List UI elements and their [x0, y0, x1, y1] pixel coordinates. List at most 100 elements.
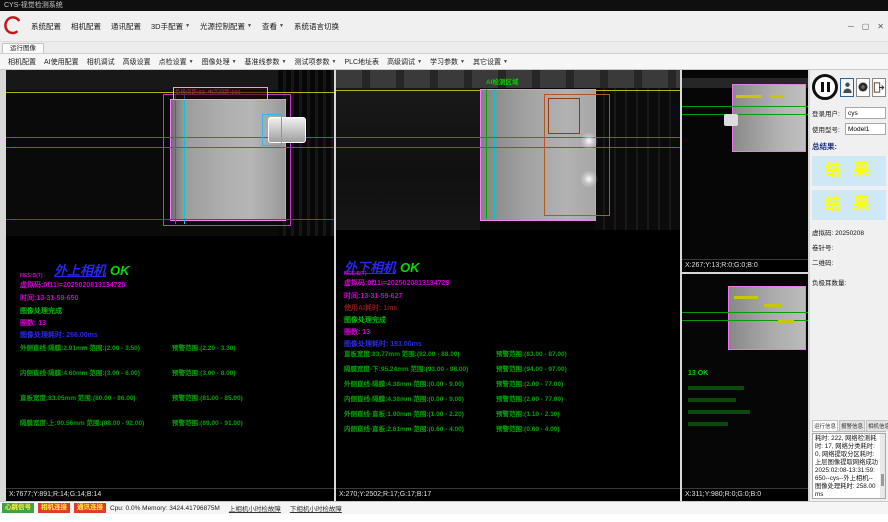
measurement-row: 隔膜宽度-下:95.24mm 范围:(93.00 - 98.00) 预警范围:(…: [344, 363, 678, 371]
chevron-down-icon: ▼: [460, 59, 465, 65]
sidebar: 登录用户: 使用型号: 总结果: 结 果 结 果 虚拟码: 20250208 卷…: [810, 70, 888, 501]
exit-button[interactable]: [872, 78, 886, 97]
bottom-filler: [0, 514, 888, 522]
login-user-label: 登录用户:: [812, 108, 845, 118]
result-badge-upper: 结 果: [812, 156, 886, 186]
menu-item-label: 通讯配置: [111, 21, 141, 32]
maximize-icon[interactable]: ▢: [862, 22, 870, 31]
toolbar-button-label: 高级调试: [387, 57, 415, 67]
mes-flag: MES:B(T): [20, 273, 43, 279]
chevron-down-icon: ▼: [189, 59, 194, 65]
ok-status: OK: [110, 263, 130, 278]
pixel-coords-thumb-bottom: X:311;Y:980;R:0;G:0;B:0: [682, 488, 808, 501]
toolbar-button-label: PLC地址表: [344, 57, 379, 67]
thumbnail-image-top[interactable]: [682, 70, 808, 259]
measurement-value: 内侧直线-直板:2.61mm 范围:(0.60 - 4.00): [344, 423, 464, 433]
ai-elapsed: 使用AI耗时: 1ms: [344, 303, 397, 313]
toolbar-button[interactable]: 高级设置: [119, 57, 155, 67]
menu-item[interactable]: 相机配置: [66, 21, 106, 32]
minimize-icon[interactable]: ─: [848, 22, 854, 31]
camera-image-mid[interactable]: AI检测区域: [336, 70, 680, 230]
tab-run-info[interactable]: 运行信息: [812, 420, 838, 431]
toolbar-button[interactable]: 其它设置 ▼: [469, 57, 512, 67]
measurement-row: 直板宽度:83.77mm 范围:(82.00 - 88.00) 预警范围:(83…: [344, 348, 678, 356]
menu-item-label: 系统配置: [31, 21, 61, 32]
ai-region-label: AI检测区域: [486, 76, 519, 86]
cpu-memory-status: Cpu: 0.0% Memory: 3424.41796875M: [110, 505, 220, 512]
needle-number-label: 卷针号:: [812, 242, 886, 252]
log-scrollbar[interactable]: [880, 434, 885, 498]
result-text-line: [688, 422, 728, 426]
value-label: [770, 95, 784, 98]
menu-item[interactable]: 光源控制配置 ▼: [195, 21, 257, 32]
thumbnail-image-bottom[interactable]: 13 OK: [682, 274, 808, 488]
menu-item-label: 相机配置: [71, 21, 101, 32]
edge-line-vertical: [486, 89, 487, 219]
menu-item[interactable]: 系统语言切换: [289, 21, 344, 32]
baseline-horizontal: [336, 147, 680, 148]
app-logo: [2, 15, 22, 37]
app-window: CYS-视觉检测系统 系统配置 相机配置 通讯配置: [0, 0, 888, 522]
window-title: CYS-视觉检测系统: [4, 2, 63, 9]
measurement-row: 内侧直线-隔膜:4.60mm 范围:(3.00 - 6.00) 预警范围:(3.…: [20, 367, 332, 375]
measurement-value: 隔膜宽度-下:95.24mm 范围:(93.00 - 98.00): [344, 363, 468, 373]
lock-icon: [857, 81, 869, 93]
baseline-horizontal: [682, 312, 808, 313]
tab-alarm-info[interactable]: 报警信息: [839, 420, 865, 431]
toolbar-button[interactable]: 测试项参数 ▼: [290, 57, 340, 67]
tab-run-image[interactable]: 运行图像: [2, 43, 44, 53]
toolbar-button[interactable]: 相机调试: [83, 57, 119, 67]
pixel-coords-left: X:7677;Y:891;R:14;G:14;B:14: [6, 488, 334, 501]
toolbar-button[interactable]: 图像处理 ▼: [198, 57, 241, 67]
toolbar-button[interactable]: 基准线参数 ▼: [241, 57, 291, 67]
value-label: [778, 320, 794, 323]
process-elapsed: 图像处理耗时: 266.00ms: [20, 330, 98, 340]
thumbnail-view-top: X:267;Y:13;R:0;G:0;B:0: [682, 70, 808, 272]
measurement-value: 外侧直线-直板:1.90mm 范围:(1.00 - 2.20): [344, 408, 464, 418]
toolbar-button-label: 点检设置: [159, 57, 187, 67]
menu-item[interactable]: 通讯配置: [106, 21, 146, 32]
measurement-row: 内侧直线-直板:2.61mm 范围:(0.60 - 4.00) 预警范围:(0.…: [344, 423, 678, 431]
model-input[interactable]: [845, 123, 886, 135]
lock-button[interactable]: [856, 78, 870, 97]
user-button[interactable]: [840, 78, 854, 97]
connector-roi: [262, 114, 282, 146]
value-label: [736, 95, 762, 98]
edge-line-vertical: [494, 89, 495, 219]
toolbar: 相机配置 AI使用配置 相机调试 高级设置 点检设置 ▼: [0, 54, 888, 70]
toolbar-button[interactable]: 相机配置: [4, 57, 40, 67]
login-user-input[interactable]: [845, 107, 886, 119]
result-panel-mid: 外下相机OK MES:B(T) 虚拟码:0f11i=20250208131347…: [336, 230, 680, 488]
toolbar-button[interactable]: 高级调试 ▼: [383, 57, 426, 67]
toolbar-button-label: 高级设置: [123, 57, 151, 67]
measurement-value: 内侧直线-隔膜:4.60mm 范围:(3.00 - 6.00): [20, 367, 140, 377]
warning-range: 预警范围:(81.00 - 85.00): [172, 392, 243, 402]
toolbar-button[interactable]: 点检设置 ▼: [155, 57, 198, 67]
pause-button[interactable]: [812, 74, 838, 100]
heartbeat-badge: 心跳信号: [2, 503, 34, 513]
menu-item[interactable]: 3D手配置 ▼: [146, 21, 195, 32]
toolbar-button[interactable]: 学习参数 ▼: [426, 57, 469, 67]
close-icon[interactable]: ✕: [877, 22, 884, 31]
toolbar-button[interactable]: PLC地址表: [340, 57, 383, 67]
negative-tab-count-label: 负极耳数量:: [812, 277, 886, 287]
pause-icon: [821, 82, 824, 92]
toolbar-button[interactable]: AI使用配置: [40, 57, 83, 67]
log-scrollbar-thumb[interactable]: [881, 474, 884, 486]
menu-item[interactable]: 系统配置: [26, 21, 66, 32]
upper-camera-hourcheck-link[interactable]: 上相机小时检故障: [229, 503, 281, 513]
log-textarea[interactable]: 耗时: 222, 网络检测耗时: 17, 网络分类耗时: 0, 网络提取分区耗时…: [812, 433, 886, 499]
pixel-coords-thumb-top: X:267;Y:13;R:0;G:0;B:0: [682, 259, 808, 272]
qrcode-label: 二维码:: [812, 257, 886, 267]
measurement-row: 外侧直线-隔膜:4.38mm 范围:(0.00 - 9.00) 预警范围:(2.…: [344, 378, 678, 386]
menu-item[interactable]: 查看 ▼: [257, 21, 289, 32]
led-glow: [580, 170, 598, 188]
process-done: 图像处理完成: [344, 315, 386, 325]
baseline-horizontal: [6, 147, 334, 148]
lower-camera-hourcheck-link[interactable]: 下相机小时检故障: [290, 503, 342, 513]
camera-image-left[interactable]: 负极间距:93, 电芯间距:100: [6, 70, 334, 236]
measurement-row: 直板宽度:83.05mm 范围:(80.00 - 86.00) 预警范围:(81…: [20, 392, 332, 400]
menu-item-label: 系统语言切换: [294, 21, 339, 32]
tab-camera-info[interactable]: 相机信息: [866, 420, 888, 431]
toolbar-button-label: 学习参数: [430, 57, 458, 67]
